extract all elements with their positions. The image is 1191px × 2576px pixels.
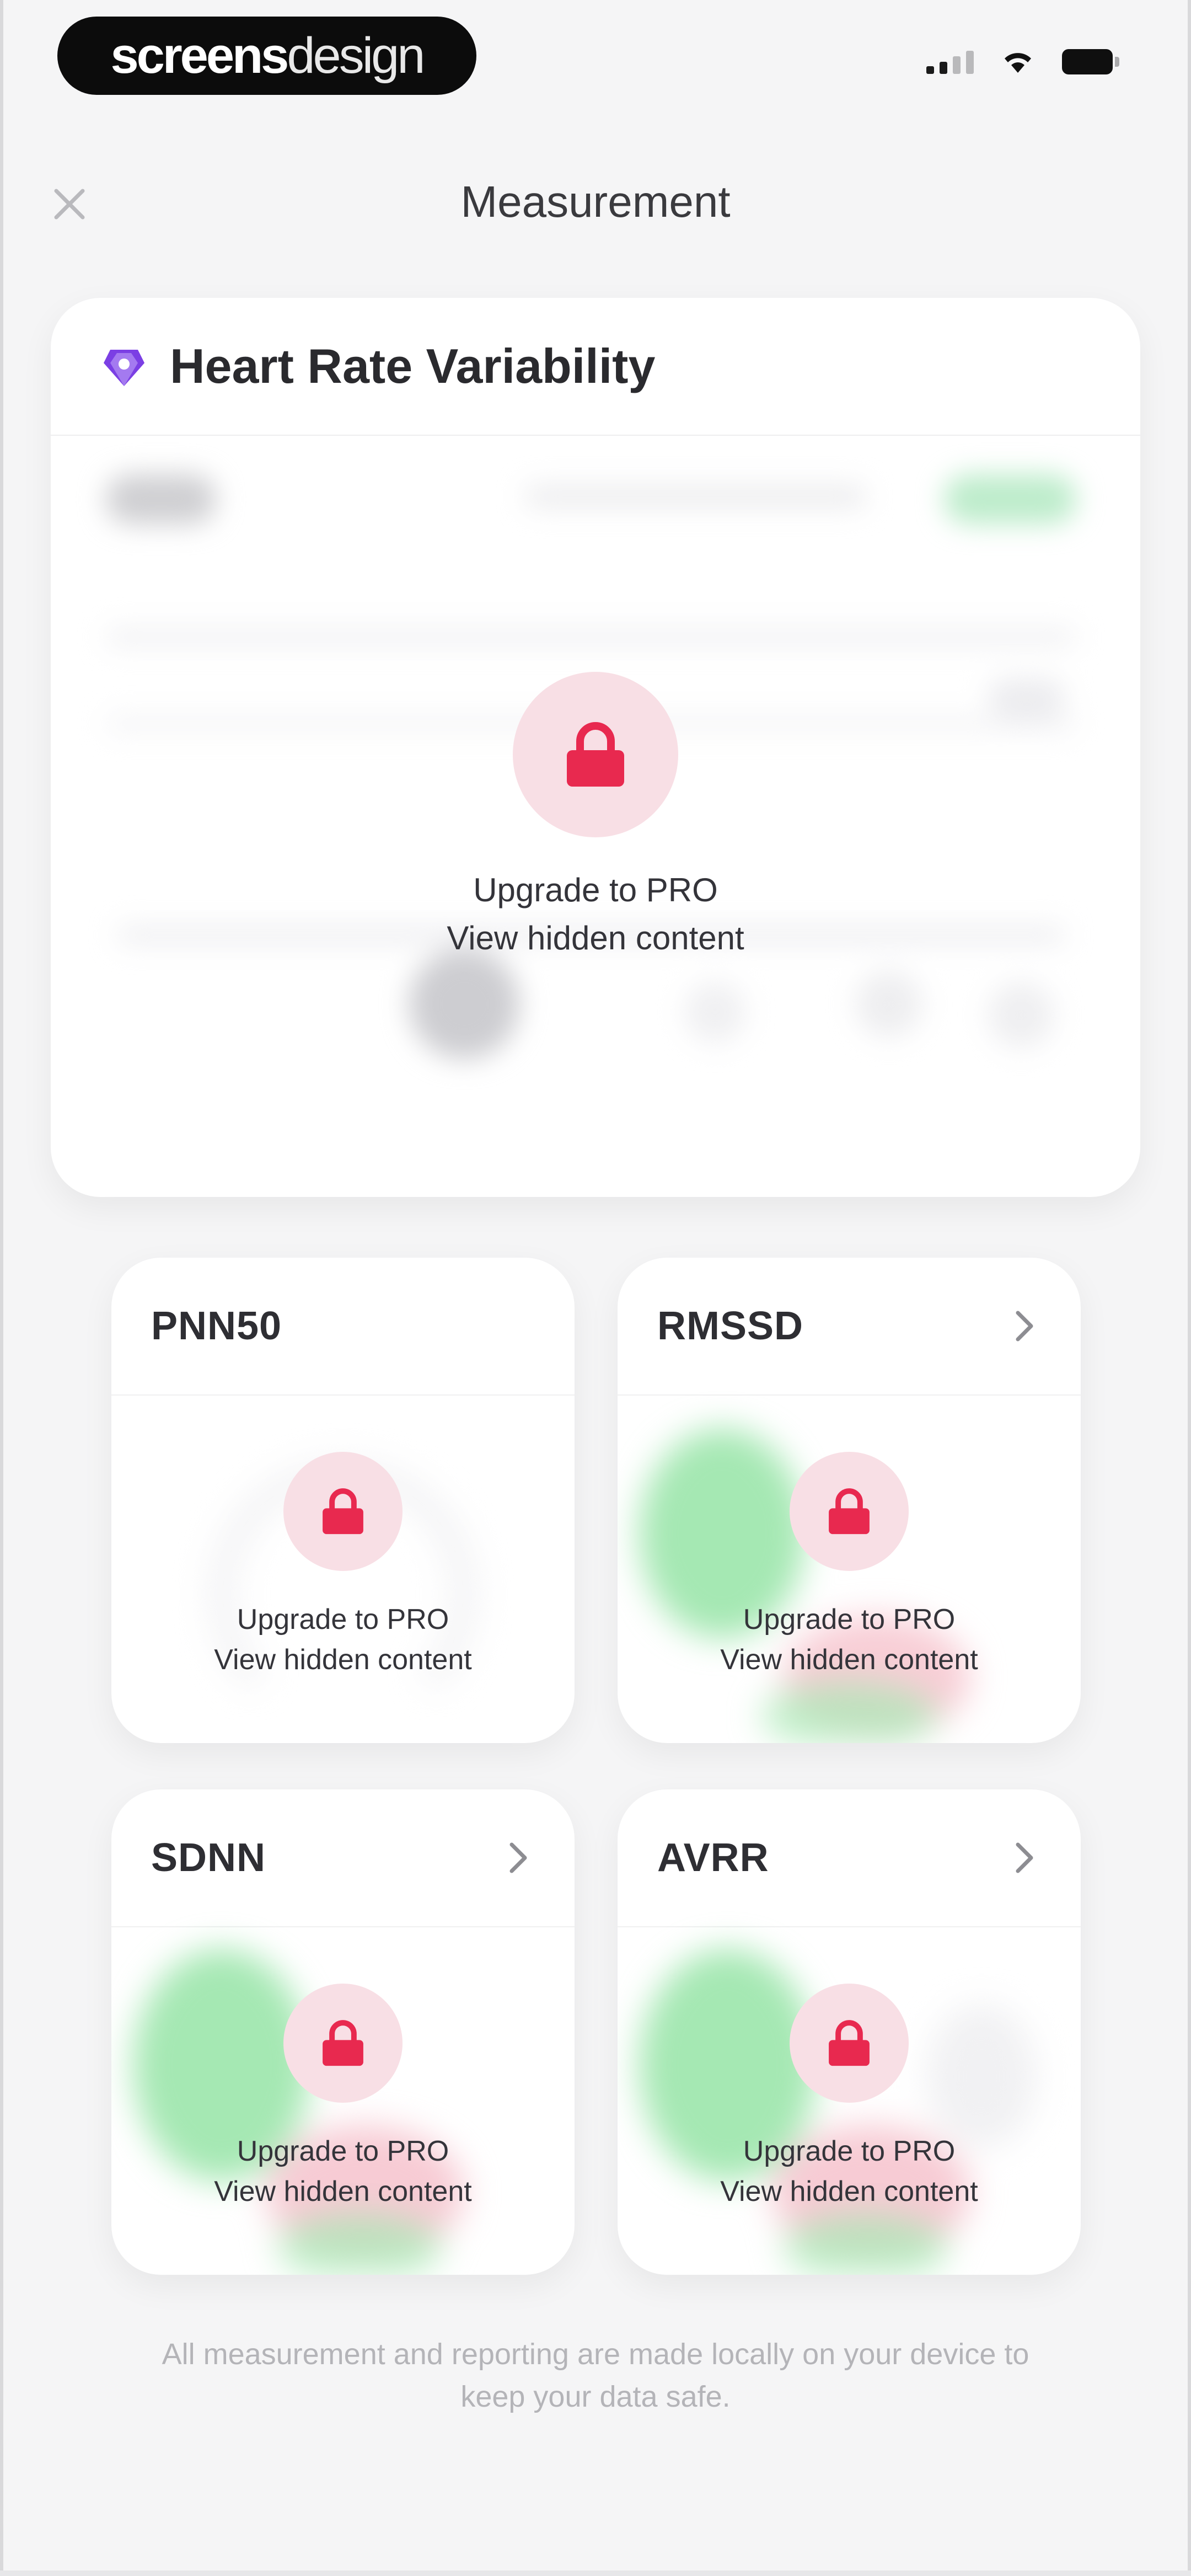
metric-title: SDNN — [151, 1836, 266, 1880]
lock-badge[interactable] — [513, 672, 678, 837]
chevron-right-icon[interactable] — [1008, 1841, 1041, 1874]
lock-badge[interactable] — [283, 1452, 403, 1571]
upsell-line1: Upgrade to PRO — [743, 2135, 956, 2167]
upsell-line1: Upgrade to PRO — [237, 1604, 449, 1636]
lock-icon — [567, 722, 624, 787]
upsell-message: Upgrade to PRO View hidden content — [111, 1600, 575, 1680]
lock-icon — [323, 1488, 363, 1535]
upsell-line2: View hidden content — [447, 920, 744, 956]
upsell-line1: Upgrade to PRO — [743, 1604, 956, 1636]
upsell-line1: Upgrade to PRO — [473, 872, 718, 908]
lock-icon — [829, 1488, 870, 1535]
metric-card-rmssd[interactable]: RMSSD Upgrade to PRO View hidden content — [618, 1258, 1081, 1743]
metric-title: RMSSD — [657, 1304, 804, 1348]
brand-light-text: design — [287, 27, 425, 84]
metric-title: PNN50 — [151, 1304, 282, 1348]
upsell-message: Upgrade to PRO View hidden content — [111, 2131, 575, 2212]
status-icons — [926, 49, 1119, 75]
page-title: Measurement — [460, 177, 731, 226]
metric-title: AVRR — [657, 1836, 769, 1880]
lock-icon — [323, 2020, 363, 2066]
chevron-right-icon[interactable] — [502, 1841, 535, 1874]
lock-badge[interactable] — [283, 1984, 403, 2103]
metric-card-avrr[interactable]: AVRR Upgrade to PRO View hidden content — [618, 1789, 1081, 2275]
upsell-line2: View hidden content — [214, 2175, 472, 2208]
chevron-right-icon[interactable] — [1008, 1310, 1041, 1343]
hrv-title: Heart Rate Variability — [170, 339, 656, 393]
upsell-line2: View hidden content — [720, 2175, 978, 2208]
upsell-line2: View hidden content — [214, 1643, 472, 1676]
heart-diamond-icon — [104, 350, 144, 386]
hrv-card: Heart Rate Variability Upgrade to PRO Vi… — [51, 298, 1140, 1197]
lock-icon — [829, 2020, 870, 2066]
lock-badge[interactable] — [790, 1984, 909, 2103]
upsell-line2: View hidden content — [720, 1643, 978, 1676]
upsell-line1: Upgrade to PRO — [237, 2135, 449, 2167]
brand-watermark: screensdesign — [57, 17, 476, 95]
lock-badge[interactable] — [790, 1452, 909, 1571]
battery-icon — [1062, 49, 1119, 74]
wifi-icon — [1005, 53, 1031, 73]
bottom-edge — [0, 2570, 1191, 2576]
metric-card-sdnn[interactable]: SDNN Upgrade to PRO View hidden content — [111, 1789, 575, 2275]
metric-card-pnn50[interactable]: PNN50 Upgrade to PRO View hidden content — [111, 1258, 575, 1743]
privacy-note: All measurement and reporting are made l… — [162, 2338, 1029, 2413]
upsell-message[interactable]: Upgrade to PRO View hidden content — [51, 866, 1140, 962]
upsell-message: Upgrade to PRO View hidden content — [618, 1600, 1081, 1680]
hrv-card-header: Heart Rate Variability — [51, 298, 1140, 436]
upsell-message: Upgrade to PRO View hidden content — [618, 2131, 1081, 2212]
brand-bold-text: screens — [110, 27, 289, 84]
nav-bar: Measurement — [0, 160, 1191, 248]
cellular-signal-icon — [926, 50, 974, 74]
